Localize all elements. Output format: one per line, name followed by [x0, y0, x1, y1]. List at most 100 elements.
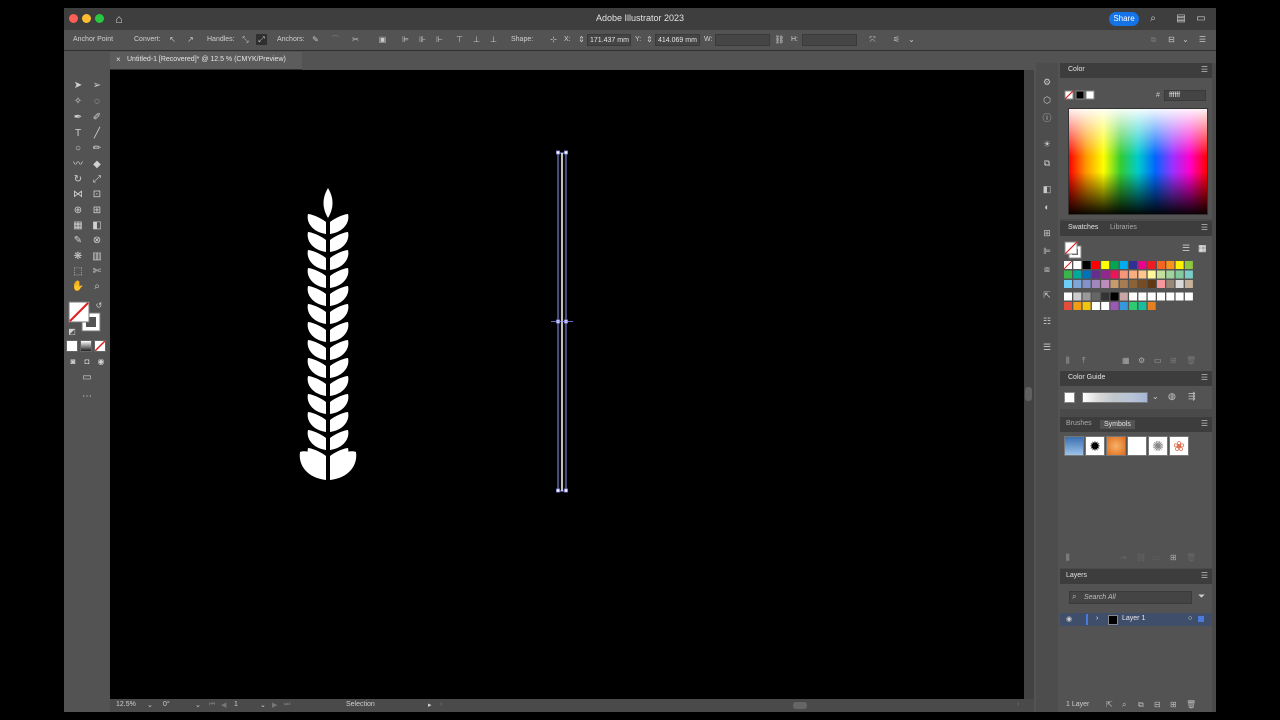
- swatch[interactable]: [1175, 280, 1184, 288]
- swatch[interactable]: [1101, 302, 1110, 310]
- swatch[interactable]: [1157, 261, 1165, 269]
- list-view-icon[interactable]: ☰: [1182, 243, 1190, 254]
- swatch[interactable]: [1147, 302, 1156, 310]
- swatch[interactable]: [1073, 292, 1082, 301]
- swatch[interactable]: [1175, 261, 1184, 269]
- swatch[interactable]: [1129, 292, 1138, 301]
- zoom-level[interactable]: 12.5%: [116, 701, 136, 708]
- zoom-tool-icon[interactable]: ⌕: [90, 280, 104, 294]
- symbol-swatch[interactable]: [1106, 436, 1126, 456]
- swatch[interactable]: [1147, 280, 1156, 288]
- rotate-tool-icon[interactable]: ↻: [71, 173, 85, 187]
- swatch[interactable]: [1119, 270, 1128, 279]
- swatch[interactable]: [1110, 302, 1119, 310]
- symbol-options-icon[interactable]: ▭: [1152, 553, 1160, 562]
- magic-wand-tool-icon[interactable]: ✧: [71, 95, 85, 109]
- color-panel-tab[interactable]: Color: [1068, 66, 1085, 73]
- align-center-h-icon[interactable]: ⊪: [417, 34, 428, 45]
- swatch[interactable]: [1064, 292, 1072, 301]
- chevron-down-icon[interactable]: ⌄: [260, 701, 266, 709]
- swatch-grid[interactable]: [1064, 261, 1204, 321]
- transform-icon[interactable]: ⤧: [867, 34, 878, 45]
- swatch[interactable]: [1138, 270, 1147, 279]
- swatch[interactable]: [1129, 302, 1138, 310]
- swatch[interactable]: [1129, 270, 1138, 279]
- panel-menu-icon[interactable]: ☰: [1201, 223, 1208, 232]
- artboard-canvas[interactable]: [110, 70, 1024, 699]
- current-tool-status[interactable]: Selection: [346, 701, 375, 708]
- new-color-group-icon[interactable]: ▭: [1154, 356, 1162, 365]
- swatch[interactable]: [1073, 261, 1082, 269]
- swatch[interactable]: [1138, 280, 1147, 288]
- swatch[interactable]: [1110, 292, 1119, 301]
- w-field[interactable]: [715, 34, 770, 46]
- 3d-materials-icon[interactable]: ⬡: [1041, 94, 1053, 106]
- swatch[interactable]: [1166, 280, 1175, 288]
- swatch[interactable]: [1138, 292, 1147, 301]
- swatch[interactable]: [1119, 292, 1128, 301]
- swatch[interactable]: [1129, 261, 1138, 269]
- swatch[interactable]: [1184, 292, 1193, 301]
- swatch[interactable]: [1147, 292, 1156, 301]
- previous-artboard-icon[interactable]: ◀: [221, 701, 226, 709]
- document-tab[interactable]: × Untitled-1 [Recovered]* @ 12.5 % (CMYK…: [110, 52, 302, 70]
- h-field[interactable]: [802, 34, 857, 46]
- layers-tab[interactable]: Layers: [1066, 572, 1087, 579]
- align-right-icon[interactable]: ⊩: [434, 34, 445, 45]
- x-field[interactable]: 171.437 mm: [587, 34, 631, 46]
- share-button[interactable]: Share: [1109, 12, 1139, 26]
- width-tool-icon[interactable]: ⋈: [71, 188, 85, 202]
- artboard-tool-icon[interactable]: ⬚: [71, 265, 85, 279]
- swatch[interactable]: [1091, 292, 1100, 301]
- panel-menu-icon[interactable]: ☰: [1201, 373, 1208, 382]
- swatch[interactable]: [1082, 270, 1091, 279]
- shape-builder-tool-icon[interactable]: ⊕: [71, 204, 85, 218]
- artwork[interactable]: [110, 70, 1024, 699]
- clipping-mask-icon[interactable]: ⧉: [1138, 700, 1144, 710]
- libraries-icon[interactable]: ☰: [1041, 341, 1053, 353]
- cut-path-icon[interactable]: ✂: [350, 34, 361, 45]
- scroll-left-icon[interactable]: ‹: [440, 701, 442, 708]
- mesh-tool-icon[interactable]: ▦: [71, 219, 85, 233]
- ellipse-tool-icon[interactable]: ○: [71, 142, 85, 156]
- chevron-down-icon[interactable]: ⌄: [1152, 392, 1159, 401]
- column-graph-tool-icon[interactable]: ▥: [90, 250, 104, 264]
- swatch[interactable]: [1091, 261, 1100, 269]
- swap-fill-stroke-icon[interactable]: ↺: [92, 299, 106, 313]
- appearance-icon[interactable]: ☀: [1041, 138, 1053, 150]
- swatch[interactable]: [1175, 270, 1184, 279]
- pathfinder-icon[interactable]: ⧈: [1041, 263, 1053, 275]
- swatch[interactable]: [1064, 270, 1072, 279]
- pen-tool-icon[interactable]: ✒: [71, 111, 85, 125]
- chevron-down-icon[interactable]: ⌄: [147, 701, 153, 709]
- swatch-fill-stroke[interactable]: [1064, 241, 1084, 259]
- connect-anchor-icon[interactable]: ⌒: [330, 34, 341, 45]
- color-mode-icon[interactable]: [66, 340, 78, 352]
- scale-tool-icon[interactable]: ⤢: [90, 173, 104, 187]
- swatch-library-icon[interactable]: ⫼: [1066, 356, 1070, 366]
- path-options-icon[interactable]: ⚟: [891, 34, 902, 45]
- show-handles-icon[interactable]: ⤡: [240, 34, 251, 45]
- x-stepper-icon[interactable]: ⇕: [576, 34, 587, 45]
- vertical-scrollbar[interactable]: [1024, 70, 1034, 699]
- swatch[interactable]: [1110, 280, 1119, 288]
- export-layer-icon[interactable]: ⇱: [1106, 700, 1113, 709]
- edit-toolbar-icon[interactable]: ⋯: [80, 390, 94, 404]
- place-symbol-icon[interactable]: ⇥: [1120, 553, 1127, 562]
- new-layer-icon[interactable]: ⊞: [1170, 700, 1177, 709]
- gradient-icon[interactable]: ◧: [1041, 183, 1053, 195]
- target-icon[interactable]: ○: [1188, 615, 1192, 622]
- hex-field[interactable]: ffffff: [1164, 90, 1206, 101]
- swatch[interactable]: [1119, 280, 1128, 288]
- properties-sliders-icon[interactable]: ☷: [1041, 315, 1053, 327]
- isolate-icon[interactable]: ▣: [377, 34, 388, 45]
- swatch[interactable]: [1073, 270, 1082, 279]
- new-symbol-icon[interactable]: ⊞: [1170, 553, 1177, 562]
- line-tool-icon[interactable]: ╱: [90, 127, 104, 141]
- scroll-right-icon[interactable]: ›: [1017, 701, 1019, 708]
- swatch[interactable]: [1073, 280, 1082, 288]
- swatch[interactable]: [1101, 270, 1110, 279]
- y-field[interactable]: 414.069 mm: [655, 34, 700, 46]
- artboard-number[interactable]: 1: [234, 701, 238, 708]
- align-top-icon[interactable]: ⊤: [454, 34, 465, 45]
